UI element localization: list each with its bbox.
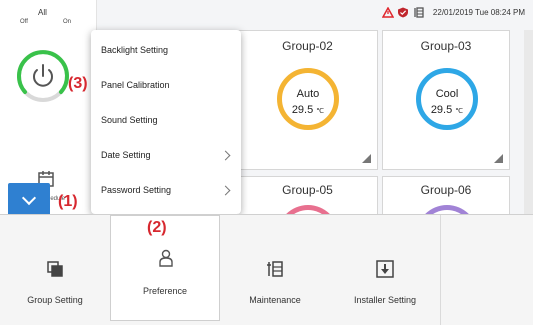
menu-item-sound[interactable]: Sound Setting xyxy=(101,102,231,138)
preference-menu: Backlight Setting Panel Calibration Soun… xyxy=(91,30,241,214)
group-name: Group-02 xyxy=(282,39,333,53)
menu-item-label: Password Setting xyxy=(101,185,172,195)
toolbar-divider xyxy=(440,215,441,325)
callout-3: (3) xyxy=(68,75,88,92)
toolbar-maintenance[interactable]: Maintenance xyxy=(220,215,330,325)
chevron-right-icon xyxy=(220,185,231,196)
group-card-02[interactable]: Group-02 Auto 29.5 ℃ xyxy=(237,30,378,170)
menu-item-date[interactable]: Date Setting xyxy=(101,137,231,173)
temp-value: 29.5 xyxy=(430,104,453,116)
menu-item-label: Backlight Setting xyxy=(101,45,169,55)
group-temp: 29.5 ℃ xyxy=(421,104,473,116)
preference-icon xyxy=(159,249,173,267)
temp-value: 29.5 xyxy=(291,104,314,116)
group-name: Group-03 xyxy=(420,39,472,53)
menu-item-backlight[interactable]: Backlight Setting xyxy=(101,32,231,68)
main-screen: All Off On Schedule 22/01/2019 Tue 08:24… xyxy=(0,0,533,214)
temp-unit: ℃ xyxy=(316,108,325,115)
bottom-toolbar: Group Setting Preference Maintenance Ins… xyxy=(0,214,533,325)
group-card-03[interactable]: Group-03 Cool 29.5 ℃ xyxy=(382,30,510,170)
chevron-down-icon xyxy=(21,190,37,206)
collapse-toolbar-button[interactable] xyxy=(8,183,50,214)
menu-item-label: Panel Calibration xyxy=(101,80,170,90)
toolbar-label: Group Setting xyxy=(27,295,83,305)
callout-2: (2) xyxy=(147,219,167,236)
installer-setting-icon xyxy=(376,260,394,278)
callout-1: (1) xyxy=(58,193,78,210)
toolbar-label: Installer Setting xyxy=(353,295,417,305)
off-label: Off xyxy=(20,19,28,25)
group-card-06[interactable]: Group-06 xyxy=(382,176,510,214)
all-power-button[interactable] xyxy=(15,48,71,104)
scrollbar[interactable] xyxy=(524,30,533,214)
toolbar-label: Preference xyxy=(142,286,188,296)
group-name: Group-06 xyxy=(420,183,472,197)
group-mode-ring xyxy=(277,205,339,214)
temp-unit: ℃ xyxy=(455,108,464,115)
all-label: All xyxy=(38,8,47,17)
expand-corner-icon[interactable] xyxy=(494,154,503,163)
group-name: Group-05 xyxy=(282,183,333,197)
menu-item-label: Sound Setting xyxy=(101,115,158,125)
date-time: 22/01/2019 Tue 08:24 PM xyxy=(432,7,525,17)
group-mode: Cool xyxy=(435,88,459,100)
menu-item-label: Date Setting xyxy=(101,150,151,160)
warning-icon[interactable] xyxy=(381,6,394,18)
group-setting-icon xyxy=(47,261,63,277)
on-label: On xyxy=(63,19,72,25)
shield-icon xyxy=(397,7,408,17)
chevron-right-icon xyxy=(220,150,231,161)
group-mode-ring: Cool 29.5 ℃ xyxy=(416,68,478,130)
menu-item-panel-calibration[interactable]: Panel Calibration xyxy=(101,67,231,103)
group-mode-ring xyxy=(416,205,478,214)
toolbar-installer-setting[interactable]: Installer Setting xyxy=(330,215,440,325)
filter-icon xyxy=(414,6,424,18)
toolbar-group-setting[interactable]: Group Setting xyxy=(0,215,110,325)
group-temp: 29.5 ℃ xyxy=(282,104,334,116)
toolbar-label: Maintenance xyxy=(249,295,301,305)
group-mode: Auto xyxy=(296,88,320,100)
expand-corner-icon[interactable] xyxy=(362,154,371,163)
status-bar: 22/01/2019 Tue 08:24 PM xyxy=(381,6,525,18)
group-mode-ring: Auto 29.5 ℃ xyxy=(277,68,339,130)
maintenance-icon xyxy=(267,261,283,277)
group-card-05[interactable]: Group-05 xyxy=(237,176,378,214)
left-panel: All Off On Schedule xyxy=(0,0,97,214)
menu-item-password[interactable]: Password Setting xyxy=(101,172,231,208)
